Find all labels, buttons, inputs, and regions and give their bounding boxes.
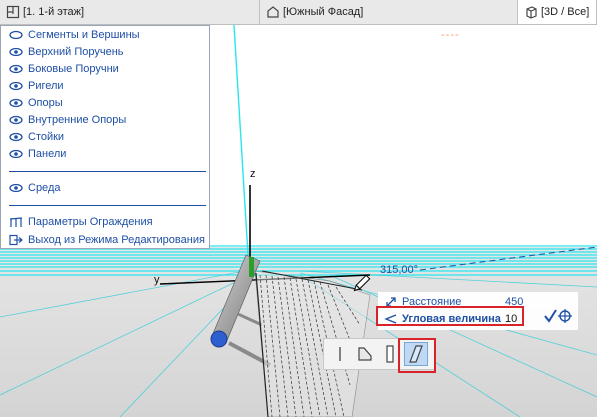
railing-settings-icon bbox=[9, 217, 23, 227]
eye-icon bbox=[9, 132, 23, 142]
palette-item-label: Параметры Ограждения bbox=[28, 216, 153, 228]
angle-readout: 315,00° bbox=[380, 264, 419, 276]
angle-field-highlight bbox=[376, 306, 524, 326]
palette-item-environment[interactable]: Среда bbox=[9, 180, 60, 196]
eye-icon bbox=[9, 98, 23, 108]
tab-3d-all[interactable]: [3D / Все] bbox=[518, 0, 597, 24]
eye-closed-icon bbox=[9, 30, 23, 40]
rect-post-icon bbox=[386, 345, 394, 363]
vertical-line-icon bbox=[339, 347, 341, 361]
tab-south-facade-label: [Южный Фасад] bbox=[283, 6, 364, 18]
slanted-profile-icon bbox=[358, 347, 372, 361]
pet-button-highlight bbox=[398, 338, 436, 373]
palette-item-segments-vertices[interactable]: Сегменты и Вершины bbox=[9, 27, 140, 43]
tab-floor-plan-label: [1. 1-й этаж] bbox=[23, 6, 85, 18]
vertical-guide-line bbox=[233, 25, 249, 256]
floor-plan-icon bbox=[6, 5, 20, 19]
palette-item-label: Панели bbox=[28, 148, 67, 160]
exit-edit-icon bbox=[9, 234, 23, 246]
palette-item-label: Боковые Поручни bbox=[28, 63, 119, 75]
palette-item-balusters[interactable]: Стойки bbox=[9, 129, 64, 145]
tab-south-facade[interactable]: [Южный Фасад] bbox=[260, 0, 518, 24]
palette-item-exit-edit-mode[interactable]: Выход из Режима Редактирования bbox=[9, 232, 205, 248]
confirm-snap-icon[interactable] bbox=[543, 307, 573, 325]
palette-item-top-rail[interactable]: Верхний Поручень bbox=[9, 44, 124, 60]
palette-item-label: Выход из Режима Редактирования bbox=[28, 234, 205, 246]
palette-item-label: Верхний Поручень bbox=[28, 46, 124, 58]
palette-item-label: Сегменты и Вершины bbox=[28, 29, 140, 41]
eye-icon bbox=[9, 81, 23, 91]
palette-item-railing-settings[interactable]: Параметры Ограждения bbox=[9, 214, 153, 230]
palette-item-label: Среда bbox=[28, 182, 61, 194]
railing-edit-palette: Сегменты и Вершины Верхний Поручень Боко… bbox=[0, 25, 210, 249]
palette-item-label: Ригели bbox=[28, 80, 64, 92]
facade-icon bbox=[267, 6, 279, 18]
palette-item-supports[interactable]: Опоры bbox=[9, 95, 63, 111]
eye-icon bbox=[9, 64, 23, 74]
palette-divider bbox=[9, 205, 206, 206]
eye-icon bbox=[9, 149, 23, 159]
z-axis-label: z bbox=[250, 168, 256, 180]
eye-icon bbox=[9, 115, 23, 125]
pet-button-slanted-profile[interactable] bbox=[353, 342, 377, 366]
dash-mark: ---- bbox=[441, 29, 460, 41]
eye-icon bbox=[9, 183, 23, 193]
palette-item-label: Стойки bbox=[28, 131, 65, 143]
palette-item-side-rails[interactable]: Боковые Поручни bbox=[9, 61, 119, 77]
railing-post bbox=[249, 257, 254, 277]
palette-item-label: Внутренние Опоры bbox=[28, 114, 127, 126]
palette-divider bbox=[9, 171, 206, 172]
palette-item-label: Опоры bbox=[28, 97, 63, 109]
tab-floor-plan[interactable]: [1. 1-й этаж] bbox=[0, 0, 260, 24]
pet-button-vertical[interactable] bbox=[328, 342, 352, 366]
y-axis-label: y bbox=[154, 274, 160, 286]
eye-icon bbox=[9, 47, 23, 57]
tab-3d-all-label: [3D / Все] bbox=[541, 6, 590, 18]
palette-item-inner-supports[interactable]: Внутренние Опоры bbox=[9, 112, 126, 128]
palette-item-crossbars[interactable]: Ригели bbox=[9, 78, 64, 94]
palette-item-panels[interactable]: Панели bbox=[9, 146, 66, 162]
cube-3d-icon bbox=[526, 6, 537, 19]
view-tab-bar: [1. 1-й этаж] [Южный Фасад] [3D / Все] bbox=[0, 0, 597, 25]
